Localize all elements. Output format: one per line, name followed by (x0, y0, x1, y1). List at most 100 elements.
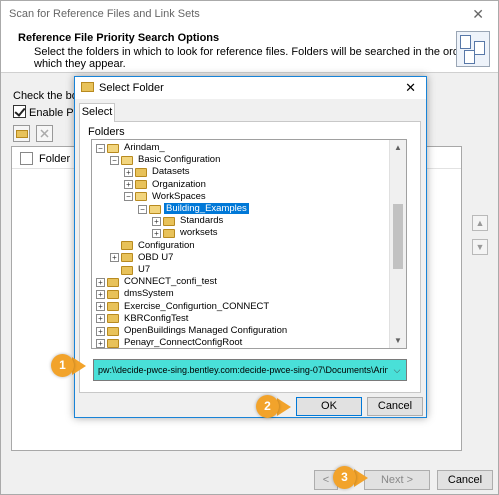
expand-icon[interactable]: + (152, 228, 161, 238)
expand-icon[interactable]: + (96, 338, 105, 348)
wizard-cancel-button[interactable]: Cancel (437, 470, 493, 490)
tree-item-label[interactable]: dmsSystem (122, 288, 176, 299)
remove-folder-button[interactable] (36, 125, 53, 142)
chevron-down-icon[interactable]: ⌵ (390, 363, 404, 377)
tree-item[interactable]: − Basic Configuration (110, 154, 222, 166)
tab-select[interactable]: Select (79, 103, 115, 122)
callout-1: 1 (51, 354, 74, 377)
tree-item[interactable]: − WorkSpaces (124, 191, 208, 203)
add-folder-icon (16, 130, 28, 138)
tree-item-label[interactable]: CONNECT_confi_test (122, 276, 219, 287)
tree-item-label[interactable]: Standards (178, 215, 225, 226)
enable-priority-checkbox[interactable] (13, 105, 26, 118)
folder-icon (121, 241, 133, 251)
dialog-cancel-button[interactable]: Cancel (367, 397, 423, 416)
folder-icon (135, 167, 147, 177)
tree-item-label[interactable]: Organization (150, 179, 208, 190)
wizard-close-icon[interactable]: ✕ (472, 6, 484, 23)
tree-item[interactable]: + OBD U7 (110, 252, 175, 264)
dialog-titlebar: Select Folder ✕ (75, 77, 426, 99)
folder-tree[interactable]: − Arindam_ − Basic Configuration + Datasets + O… (91, 139, 407, 349)
expand-icon[interactable]: + (152, 216, 161, 226)
tree-item[interactable]: + Penayr_ConnectConfigRoot (96, 337, 244, 348)
tree-item[interactable]: + dmsSystem (96, 288, 176, 300)
folder-icon (121, 155, 133, 165)
expand-icon[interactable]: + (96, 289, 105, 299)
tree-item-label[interactable]: Arindam_ (122, 142, 167, 153)
tree-item[interactable]: − Building_Examples (138, 203, 249, 215)
wizard-header-subtitle: Select the folders in which to look for … (34, 46, 481, 70)
folder-icon (107, 326, 119, 336)
expand-icon[interactable]: + (124, 167, 133, 177)
tree-item-label[interactable]: Datasets (150, 166, 192, 177)
folder-path-combobox[interactable]: pw:\\decide-pwce-sing.bentley.com:decide… (93, 359, 407, 381)
tree-item-label[interactable]: Penayr_ConnectConfigRoot (122, 337, 244, 348)
expand-icon[interactable]: + (96, 302, 105, 312)
ok-button[interactable]: OK (296, 397, 362, 416)
next-button[interactable]: Next > (364, 470, 430, 490)
scroll-thumb[interactable] (393, 204, 403, 269)
folder-path-value[interactable]: pw:\\decide-pwce-sing.bentley.com:decide… (98, 365, 388, 375)
folder-icon (107, 302, 119, 312)
tree-item-label[interactable]: OBD U7 (136, 252, 175, 263)
tree-item-label[interactable]: U7 (136, 264, 152, 275)
expand-icon[interactable]: + (96, 314, 105, 324)
remove-icon (40, 129, 49, 138)
folder-icon (149, 204, 161, 214)
folder-icon (135, 192, 147, 202)
select-folder-dialog: Select Folder ✕ Select Folders − Arindam_… (74, 76, 427, 418)
tree-scrollbar[interactable]: ▲ ▼ (389, 140, 406, 348)
tree-item-label[interactable]: OpenBuildings Managed Configuration (122, 325, 289, 336)
tree-item[interactable]: + Datasets (124, 166, 192, 178)
select-all-checkbox[interactable] (20, 152, 33, 165)
tree-item[interactable]: − Arindam_ (96, 142, 167, 154)
callout-3: 3 (333, 466, 356, 489)
tree-item[interactable]: + CONNECT_confi_test (96, 276, 219, 288)
collapse-icon[interactable]: − (96, 143, 105, 153)
tree-item[interactable]: + Exercise_Configurtion_CONNECT (96, 301, 271, 313)
wizard-title: Scan for Reference Files and Link Sets (9, 8, 200, 20)
tree-item[interactable]: + OpenBuildings Managed Configuration (96, 325, 289, 337)
tree-item[interactable]: + KBRConfigTest (96, 313, 190, 325)
folder-icon (107, 314, 119, 324)
callout-2-pointer (277, 398, 291, 416)
reference-files-icon (456, 31, 490, 67)
collapse-icon[interactable]: − (110, 155, 119, 165)
tree-item-label[interactable]: Basic Configuration (136, 154, 222, 165)
folder-icon (107, 338, 119, 348)
callout-1-pointer (72, 357, 86, 375)
dialog-close-icon[interactable]: ✕ (405, 80, 416, 96)
wizard-titlebar: Scan for Reference Files and Link Sets ✕ (1, 1, 498, 27)
collapse-icon[interactable]: − (138, 204, 147, 214)
collapse-icon[interactable]: − (124, 192, 133, 202)
folder-icon (81, 82, 94, 95)
folder-icon (163, 216, 175, 226)
expand-icon[interactable]: + (110, 253, 119, 263)
scroll-down-icon[interactable]: ▼ (394, 336, 402, 345)
move-down-button[interactable]: ▼ (472, 239, 488, 255)
tree-item-label[interactable]: Exercise_Configurtion_CONNECT (122, 301, 271, 312)
folder-icon (121, 265, 133, 275)
tree-item[interactable]: + Standards (152, 215, 225, 227)
tree-item-label[interactable]: worksets (178, 227, 219, 238)
tree-item[interactable]: U7 (110, 264, 152, 276)
expand-icon[interactable]: + (96, 326, 105, 336)
folder-icon (107, 289, 119, 299)
tree-item[interactable]: + worksets (152, 227, 219, 239)
wizard-header-title: Reference File Priority Search Options (18, 32, 220, 44)
scroll-up-icon[interactable]: ▲ (394, 143, 402, 152)
tree-item-label[interactable]: WorkSpaces (150, 191, 208, 202)
expand-icon[interactable]: + (124, 180, 133, 190)
add-folder-button[interactable] (13, 125, 30, 142)
tree-item-label[interactable]: Building_Examples (164, 203, 249, 214)
expand-icon[interactable]: + (96, 277, 105, 287)
tree-item[interactable]: Configuration (110, 240, 197, 252)
wizard-header: Reference File Priority Search Options S… (1, 27, 498, 73)
tree-item-label[interactable]: KBRConfigTest (122, 313, 190, 324)
move-up-button[interactable]: ▲ (472, 215, 488, 231)
folders-group-label: Folders (88, 126, 125, 138)
folder-icon (107, 143, 119, 153)
tree-item-label[interactable]: Configuration (136, 240, 197, 251)
folder-icon (135, 180, 147, 190)
tree-item[interactable]: + Organization (124, 179, 208, 191)
